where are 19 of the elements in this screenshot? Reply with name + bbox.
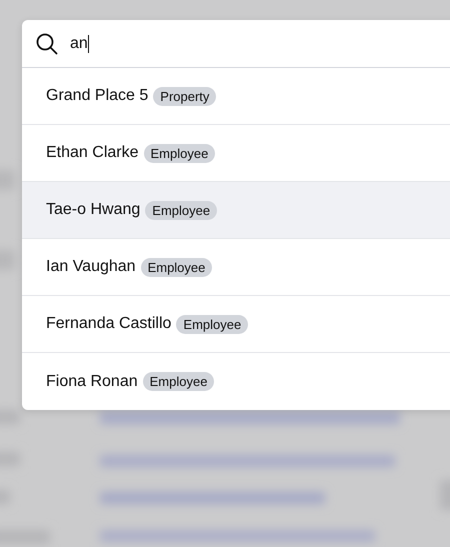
category-tag: Employee [142,372,214,391]
result-name: Ian Vaughan [46,258,136,276]
category-tag: Employee [176,314,248,334]
result-item[interactable]: Ian Vaughan Employee [22,239,450,296]
category-tag: Employee [140,258,212,276]
result-item[interactable]: Tae-o Hwang Employee [22,182,450,239]
search-icon [36,32,58,54]
result-item[interactable]: Fernanda Castillo Employee [22,296,450,353]
category-tag: Property [153,86,216,106]
result-name: Fernanda Castillo [46,315,172,333]
search-field[interactable]: an [22,20,450,68]
category-tag: Employee [144,144,216,162]
result-item[interactable]: Grand Place 5 Property [22,68,450,125]
category-tag: Employee [145,200,218,220]
result-name: Tae-o Hwang [46,201,140,219]
result-name: Ethan Clarke [46,144,138,162]
result-name: Fiona Ronan [46,372,138,390]
result-name: Grand Place 5 [46,87,148,105]
result-item[interactable]: Fiona Ronan Employee [22,353,450,410]
